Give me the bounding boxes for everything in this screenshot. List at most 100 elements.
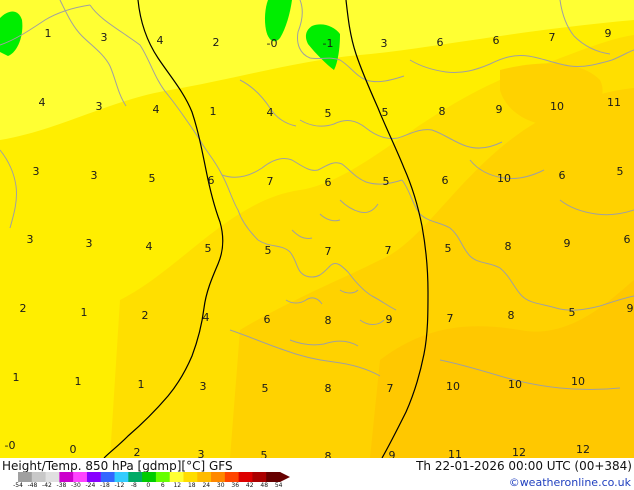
map-footer: Height/Temp. 850 hPa [gdmp][°C] GFS Th 2… [0,458,634,490]
grid-value: 12 [512,446,526,459]
grid-value: 5 [382,175,390,188]
map-title: Height/Temp. 850 hPa [gdmp][°C] GFS [2,459,233,473]
grid-value: 9 [388,449,396,459]
grid-value: 5 [204,242,212,255]
grid-value: 5 [324,107,332,120]
color-scale-swatch [211,472,226,482]
grid-value: 8 [324,450,332,459]
grid-value: 4 [145,240,153,253]
grid-value: 3 [32,165,40,178]
grid-value: -0 [266,37,278,50]
grid-value: 10 [571,375,585,388]
grid-value: 1 [137,378,145,391]
grid-value: 1 [12,371,20,384]
grid-value: 7 [386,382,394,395]
color-scale-swatch [169,472,184,482]
color-scale-swatch [142,472,157,482]
grid-value: 4 [202,311,210,324]
grid-value: 6 [324,176,332,189]
grid-value: 11 [448,448,462,459]
grid-value: 2 [19,302,27,315]
grid-value: 1 [44,27,52,40]
color-scale-swatch [45,472,60,482]
color-scale-tick-label: -12 [114,482,125,489]
grid-value: 5 [381,106,389,119]
grid-value: 3 [95,100,103,113]
grid-value: 4 [266,106,274,119]
color-scale-swatch [114,472,129,482]
grid-value: 9 [385,313,393,326]
grid-value: 3 [26,233,34,246]
grid-value: 8 [504,240,512,253]
temperature-field [0,0,634,458]
grid-value: 11 [607,96,621,109]
grid-value: 7 [384,244,392,257]
grid-value: 8 [324,314,332,327]
grid-value: 6 [441,174,449,187]
grid-value: 3 [100,31,108,44]
grid-value: 8 [324,382,332,395]
color-scale-swatch [238,472,253,482]
grid-value: 5 [568,306,576,319]
grid-value: 3 [85,237,93,250]
grid-value: 2 [141,309,149,322]
color-scale-tick-label: -42 [42,482,52,489]
grid-value: 6 [263,313,271,326]
color-scale-tick-label: 12 [173,482,182,489]
color-scale-swatch [59,472,74,482]
grid-value: 6 [558,169,566,182]
grid-value: 8 [507,309,515,322]
color-scale-tick-label: 30 [216,482,225,489]
grid-value: 2 [133,446,141,459]
color-scale-swatch [252,472,267,482]
color-scale-bar [18,472,290,482]
grid-value: 5 [261,382,269,395]
color-scale-tick-label: 54 [274,482,283,489]
grid-value: 9 [604,27,612,40]
grid-value: 10 [550,100,564,113]
grid-value: 12 [576,443,590,456]
grid-value: 3 [90,169,98,182]
grid-value: 6 [623,233,631,246]
grid-value: -0 [4,439,16,452]
grid-value: 1 [209,105,217,118]
color-scale-tick-label: 42 [245,482,254,489]
grid-value: 10 [497,172,511,185]
color-scale-tick-label: 0 [146,482,151,489]
color-scale-tick-label: 24 [202,482,211,489]
grid-value: 1 [74,375,82,388]
color-scale-tick-label: 6 [160,482,165,489]
grid-value: 2 [212,36,220,49]
color-scale-arrow [280,472,290,482]
grid-value: 7 [446,312,454,325]
grid-value: 7 [324,245,332,258]
forecast-datetime: Th 22-01-2026 00:00 UTC (00+384) [416,459,632,473]
color-scale-swatch [18,472,33,482]
grid-value: 6 [492,34,500,47]
color-scale-swatch [31,472,47,482]
grid-value: 5 [616,165,624,178]
color-scale-tick-label: -24 [85,482,96,489]
grid-value: 5 [264,244,272,257]
weather-map: 1 3 4 2 -0 -1 3 6 6 7 9 4 3 4 1 4 5 5 8 … [0,0,634,458]
grid-value: 3 [197,448,205,459]
color-scale-tick-label: -38 [56,482,67,489]
color-scale-swatch [155,472,171,482]
site-credit-link[interactable]: ©weatheronline.co.uk [509,476,631,489]
grid-value: -1 [322,37,334,50]
grid-value: 10 [508,378,522,391]
grid-value: 9 [626,302,634,315]
color-scale-ticks: -54 -48 -42 -38 -30 -24 -18 -12 -8 0 6 12 18 24 30 36 42… [13,482,304,490]
grid-value: 5 [148,172,156,185]
color-scale-swatch [266,472,281,482]
grid-value: 5 [260,449,268,459]
grid-value: 3 [199,380,207,393]
grid-value: 7 [548,31,556,44]
color-scale-tick-label: 18 [187,482,196,489]
color-scale-swatch [73,472,88,482]
color-scale-swatch [128,472,143,482]
color-scale-tick-label: 48 [260,482,269,489]
grid-value: 9 [563,237,571,250]
color-scale-swatch [86,472,102,482]
grid-value: 1 [80,306,88,319]
